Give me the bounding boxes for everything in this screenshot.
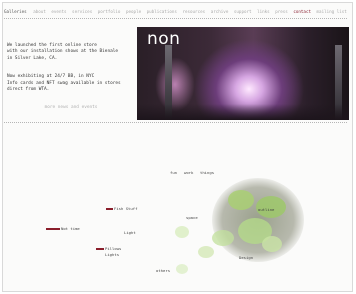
word-pillows[interactable]: Pillows	[105, 246, 121, 251]
word-not-time[interactable]: Not time	[61, 226, 80, 231]
leaf-illustration	[262, 236, 282, 252]
word-marker-bar	[46, 228, 60, 230]
word-map: fun work things space outline Fish Stuff…	[0, 0, 356, 294]
leaf-illustration	[212, 230, 234, 246]
word-fish-stuff[interactable]: Fish Stuff	[114, 206, 137, 211]
word-work[interactable]: work	[184, 170, 193, 175]
leaf-illustration	[228, 190, 254, 210]
word-marker-bar	[106, 208, 113, 210]
word-things[interactable]: things	[200, 170, 214, 175]
word-outline[interactable]: outline	[258, 207, 274, 212]
leaf-illustration	[175, 226, 189, 238]
word-lights[interactable]: Lights	[105, 252, 119, 257]
word-space[interactable]: space	[186, 215, 198, 220]
leaf-illustration	[198, 246, 214, 258]
word-fun[interactable]: fun	[170, 170, 177, 175]
word-others[interactable]: others	[156, 268, 170, 273]
word-marker-bar	[96, 248, 104, 250]
word-design[interactable]: Design	[239, 255, 253, 260]
leaf-illustration	[176, 264, 188, 274]
word-light[interactable]: Light	[124, 230, 136, 235]
